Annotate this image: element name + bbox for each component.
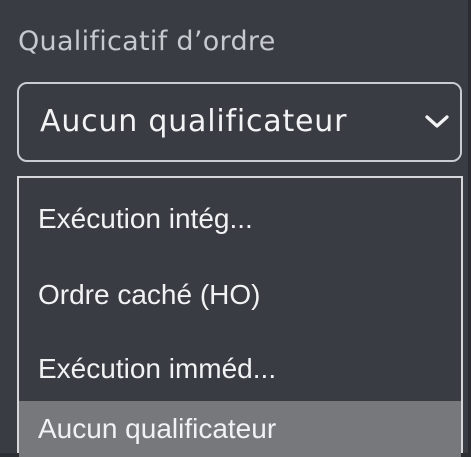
order-qualifier-label: Qualificatif d’ordre <box>18 26 276 57</box>
order-qualifier-panel: Qualificatif d’ordre Aucun qualificateur… <box>0 0 471 457</box>
option-aucun-qualificateur[interactable]: Aucun qualificateur <box>19 401 461 457</box>
dropdown-menu: Exécution intég... Ordre caché (HO) Exéc… <box>17 176 463 457</box>
option-label: Exécution imméd... <box>38 353 277 384</box>
select-current-value: Aucun qualificateur <box>40 104 348 139</box>
option-label: Exécution intég... <box>38 203 253 234</box>
order-qualifier-select[interactable]: Aucun qualificateur <box>17 82 462 162</box>
option-ordre-cache[interactable]: Ordre caché (HO) <box>19 262 461 328</box>
chevron-down-icon[interactable] <box>414 84 460 160</box>
option-execution-immediate[interactable]: Exécution imméd... <box>19 336 461 402</box>
option-label: Ordre caché (HO) <box>38 279 261 310</box>
option-label: Aucun qualificateur <box>38 413 277 444</box>
option-execution-integrale[interactable]: Exécution intég... <box>19 186 461 252</box>
